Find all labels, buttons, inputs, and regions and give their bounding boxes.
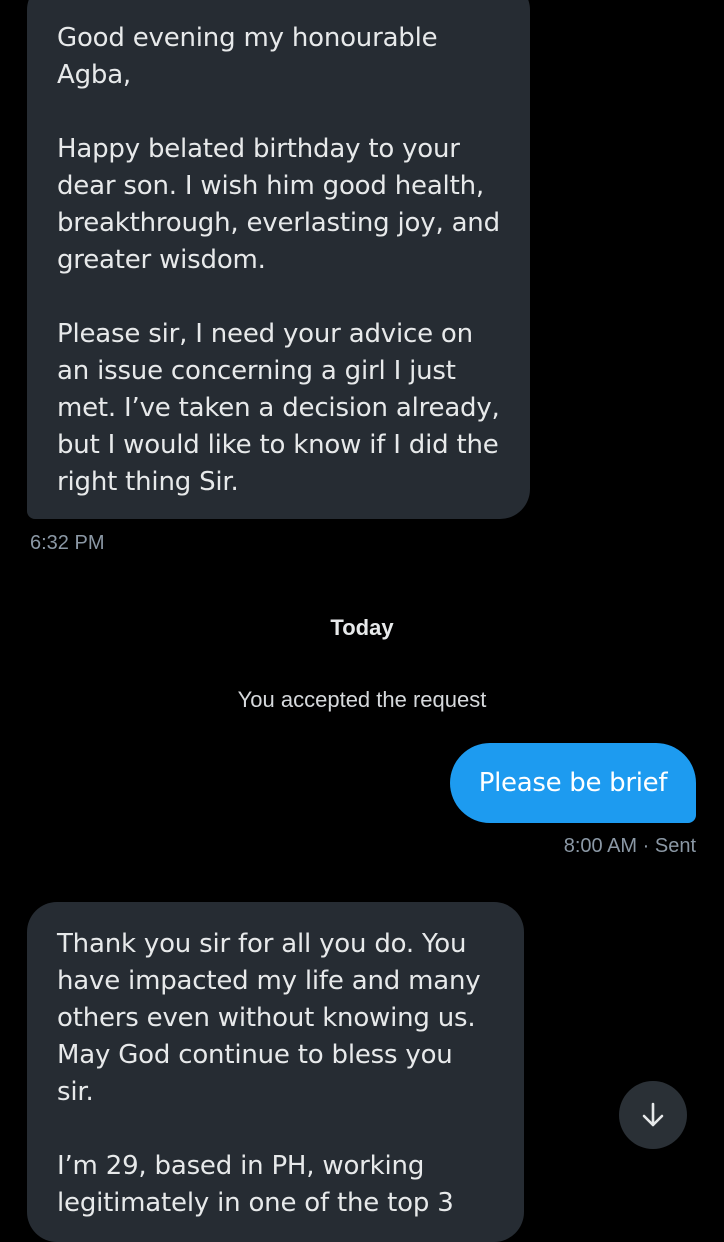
message-paragraph: Good evening my honourable Agba,: [57, 23, 438, 90]
message-paragraph: Please sir, I need your advice on an iss…: [57, 319, 500, 497]
incoming-message-bubble[interactable]: Good evening my honourable Agba, Happy b…: [27, 0, 530, 519]
message-paragraph: I’m 29, based in PH, working legitimatel…: [57, 1151, 454, 1218]
day-separator: Today: [330, 615, 394, 640]
incoming-message-bubble[interactable]: Thank you sir for all you do. You have i…: [27, 902, 524, 1242]
message-paragraph: Happy belated birthday to your dear son.…: [57, 134, 500, 275]
message-paragraph: Thank you sir for all you do. You have i…: [57, 929, 481, 1107]
message-timestamp-status: 8:00 AM · Sent: [563, 835, 696, 857]
outgoing-message-bubble[interactable]: Please be brief: [450, 743, 696, 823]
scroll-to-bottom-button[interactable]: [619, 1081, 687, 1149]
arrow-down-icon: [642, 1102, 664, 1127]
system-notice: You accepted the request: [237, 687, 487, 712]
message-timestamp: 6:32 PM: [30, 532, 105, 554]
